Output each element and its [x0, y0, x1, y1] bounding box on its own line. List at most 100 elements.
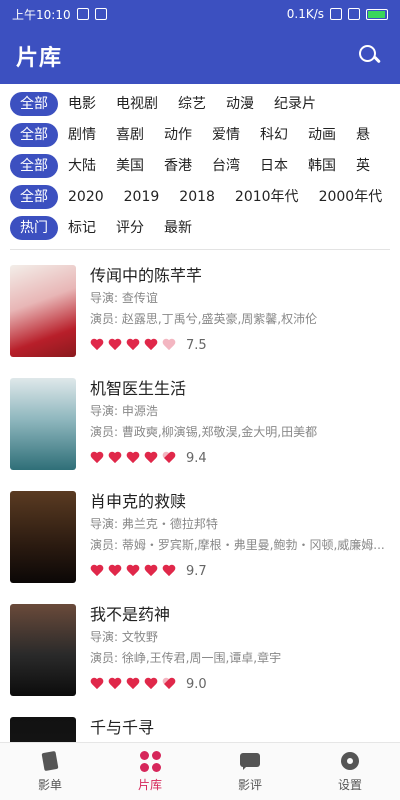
heart-icon	[162, 678, 176, 691]
filter-chip[interactable]: 2000年代	[309, 185, 393, 209]
filter-chip[interactable]: 动作	[154, 123, 202, 147]
filter-chip[interactable]: 综艺	[168, 92, 216, 116]
heart-icon	[108, 678, 122, 691]
movie-score: 9.0	[186, 676, 207, 692]
movie-title[interactable]: 传闻中的陈芊芊	[90, 264, 390, 288]
rating: 9.0	[90, 671, 390, 697]
heart-icon	[126, 565, 140, 578]
filter-chip[interactable]: 标记	[58, 216, 106, 240]
filter-chip[interactable]: 香港	[154, 154, 202, 178]
movie-poster[interactable]	[10, 717, 76, 742]
movie-poster[interactable]	[10, 265, 76, 357]
movie-poster[interactable]	[10, 378, 76, 470]
divider	[10, 249, 390, 250]
filter-chip[interactable]: 最新	[154, 216, 202, 240]
filter-chip[interactable]: 全部	[10, 122, 58, 147]
app-bar: 片库	[0, 28, 400, 84]
rating: 9.7	[90, 558, 390, 584]
heart-icon	[126, 339, 140, 352]
list-item[interactable]: 机智医生生活 导演: 申源浩 演员: 曹政奭,柳演锡,郑敬淏,金大明,田美都 9…	[0, 369, 400, 482]
director-label: 导演:	[90, 291, 122, 305]
filter-chip[interactable]: 剧情	[58, 123, 106, 147]
battery-icon	[366, 8, 388, 20]
movie-poster[interactable]	[10, 604, 76, 696]
nav-tab-settings[interactable]: 设置	[300, 743, 400, 800]
filter-chip[interactable]: 台湾	[202, 154, 250, 178]
heart-icon	[108, 339, 122, 352]
heart-icon	[90, 452, 104, 465]
movie-title[interactable]: 千与千寻	[90, 716, 390, 740]
heart-icon	[162, 565, 176, 578]
heart-icon	[90, 339, 104, 352]
filter-chip[interactable]: 科幻	[250, 123, 298, 147]
notification-icon	[76, 8, 89, 20]
movie-cast: 曹政奭,柳演锡,郑敬淏,金大明,田美都	[121, 425, 318, 439]
heart-icon	[162, 339, 176, 352]
filter-row-region: 全部 大陆 美国 香港 台湾 日本 韩国 英	[0, 150, 400, 181]
filter-chip[interactable]: 全部	[10, 91, 58, 116]
movie-title[interactable]: 我不是药神	[90, 603, 390, 627]
filter-chip[interactable]: 动漫	[216, 92, 264, 116]
movie-title[interactable]: 机智医生生活	[90, 377, 390, 401]
director-label: 导演:	[90, 630, 122, 644]
filter-chip[interactable]: 电影	[58, 92, 106, 116]
movie-score: 9.7	[186, 563, 207, 579]
movie-director: 申源浩	[121, 404, 158, 418]
heart-icon	[144, 565, 158, 578]
nav-tab-playlist[interactable]: 影单	[0, 743, 100, 800]
chat-icon	[239, 750, 261, 772]
filter-chip[interactable]: 2010年代	[225, 185, 309, 209]
rating: 7.5	[90, 332, 390, 358]
filter-chip[interactable]: 热门	[10, 215, 58, 240]
app-notification-icon	[94, 8, 107, 20]
status-bar: 上午10:10 0.1K/s	[0, 0, 400, 28]
list-item[interactable]: 肖申克的救赎 导演: 弗兰克・德拉邦特 演员: 蒂姆・罗宾斯,摩根・弗里曼,鲍勃…	[0, 482, 400, 595]
filter-chip[interactable]: 大陆	[58, 154, 106, 178]
list-item[interactable]: 传闻中的陈芊芊 导演: 查传谊 演员: 赵露思,丁禹兮,盛英豪,周紫馨,权沛伦 …	[0, 256, 400, 369]
filter-chip[interactable]: 全部	[10, 153, 58, 178]
heart-icon	[126, 678, 140, 691]
nav-tab-library[interactable]: 片库	[100, 743, 200, 800]
film-icon	[39, 750, 61, 772]
movie-poster[interactable]	[10, 491, 76, 583]
filter-chip[interactable]: 2020	[58, 185, 114, 209]
movie-list[interactable]: 传闻中的陈芊芊 导演: 查传谊 演员: 赵露思,丁禹兮,盛英豪,周紫馨,权沛伦 …	[0, 256, 400, 742]
filter-chip[interactable]: 纪录片	[264, 92, 326, 116]
movie-cast: 徐峥,王传君,周一围,谭卓,章宇	[121, 651, 282, 665]
net-speed: 0.1K/s	[286, 7, 324, 21]
heart-icon	[126, 452, 140, 465]
status-time: 上午10:10	[12, 7, 71, 22]
filter-chip[interactable]: 爱情	[202, 123, 250, 147]
filter-panel: 全部 电影 电视剧 综艺 动漫 纪录片 全部 剧情 喜剧 动作 爱情 科幻 动画…	[0, 88, 400, 243]
filter-chip[interactable]: 2018	[169, 185, 225, 209]
movie-score: 9.4	[186, 450, 207, 466]
nav-tab-label: 片库	[137, 777, 162, 792]
heart-icon	[144, 452, 158, 465]
search-icon[interactable]	[356, 42, 384, 70]
filter-chip[interactable]: 喜剧	[106, 123, 154, 147]
filter-chip[interactable]: 日本	[250, 154, 298, 178]
filter-chip[interactable]: 评分	[106, 216, 154, 240]
filter-chip[interactable]: 电视剧	[106, 92, 168, 116]
filter-chip[interactable]: 美国	[106, 154, 154, 178]
movie-director: 弗兰克・德拉邦特	[121, 517, 218, 531]
list-item[interactable]: 我不是药神 导演: 文牧野 演员: 徐峥,王传君,周一围,谭卓,章宇 9.0	[0, 595, 400, 708]
filter-chip[interactable]: 英	[346, 154, 380, 178]
bluetooth-icon	[330, 8, 342, 20]
director-label: 导演:	[90, 517, 122, 531]
movie-title[interactable]: 肖申克的救赎	[90, 490, 390, 514]
bottom-nav: 影单 片库 影评 设置	[0, 742, 400, 800]
movie-score: 7.5	[186, 337, 207, 353]
list-item[interactable]: 千与千寻	[0, 708, 400, 742]
filter-chip[interactable]: 韩国	[298, 154, 346, 178]
filter-chip[interactable]: 全部	[10, 184, 58, 209]
filter-row-genre: 全部 剧情 喜剧 动作 爱情 科幻 动画 悬	[0, 119, 400, 150]
movie-cast: 赵露思,丁禹兮,盛英豪,周紫馨,权沛伦	[121, 312, 318, 326]
filter-chip[interactable]: 2019	[114, 185, 170, 209]
nav-tab-label: 影评	[237, 778, 262, 792]
rating: 9.4	[90, 445, 390, 471]
nav-tab-reviews[interactable]: 影评	[200, 743, 300, 800]
director-label: 导演:	[90, 404, 122, 418]
filter-chip[interactable]: 悬	[346, 123, 380, 147]
filter-chip[interactable]: 动画	[298, 123, 346, 147]
